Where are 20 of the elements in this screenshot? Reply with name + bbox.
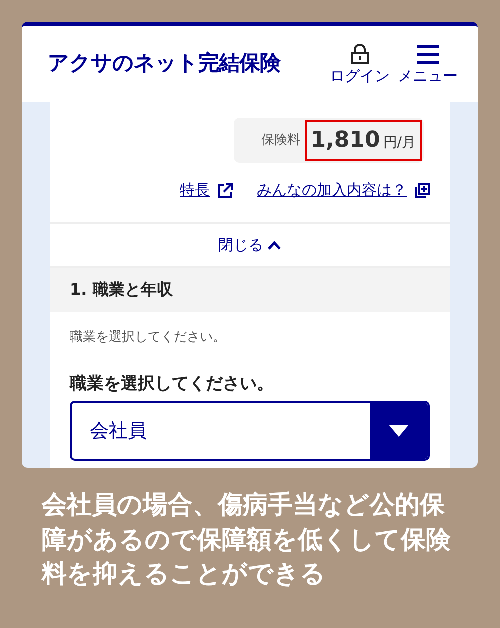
padlock-icon [351, 44, 369, 64]
hint-text: 職業を選択してください。 [70, 329, 227, 347]
window-plus-icon [415, 182, 430, 198]
premium-unit: 円/月 [383, 134, 416, 153]
collapse-toggle[interactable]: 閉じる [50, 222, 450, 268]
external-link-icon [218, 182, 233, 198]
premium-amount: 1,810 [310, 127, 380, 155]
occupation-select[interactable]: 会社員 [70, 401, 430, 461]
features-link[interactable]: 特長 [180, 179, 210, 202]
info-link[interactable]: みんなの加入内容は？ [257, 179, 407, 202]
premium-label: 保険料 [262, 132, 301, 150]
chevron-icon [268, 240, 282, 250]
login-button[interactable]: ログイン [330, 44, 390, 84]
menu-icon [417, 44, 439, 64]
caption-text: 会社員の場合、傷病手当など公的保障があるので保障額を低くして保険料を抑えることができる [40, 489, 452, 590]
dropdown-caret-icon [389, 425, 409, 437]
menu-button[interactable]: メニュー [398, 44, 458, 84]
field-label: 職業を選択してください。 [70, 372, 275, 396]
site-title[interactable]: アクサのネット完結保険 [48, 48, 280, 80]
section-heading: 1. 職業と年収 [50, 268, 450, 312]
